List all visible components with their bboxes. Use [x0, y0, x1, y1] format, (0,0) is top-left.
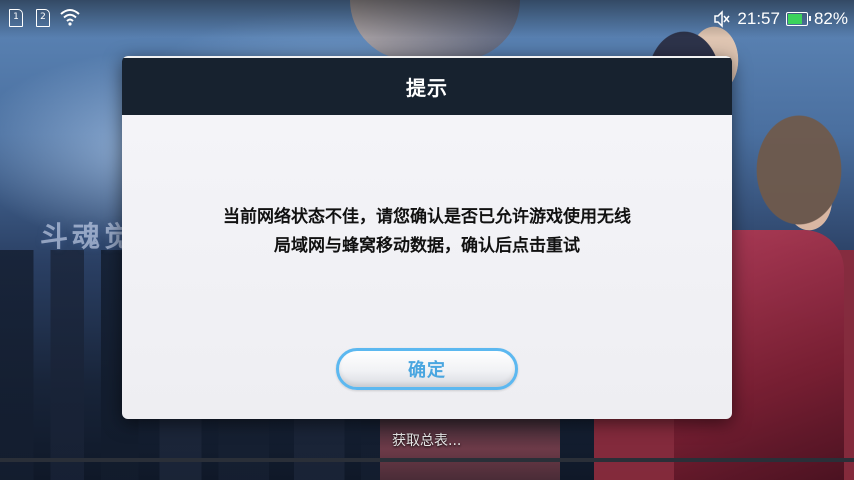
clock: 21:57 [737, 9, 780, 28]
wifi-icon [60, 9, 80, 26]
sim-card-2-icon: 2 [36, 9, 50, 27]
sim-card-1-icon: 1 [9, 9, 23, 27]
status-bar: 1 2 21:57 82% [0, 0, 854, 38]
dialog-header: 提示 [122, 56, 732, 115]
confirm-button[interactable]: 确定 [336, 348, 518, 390]
dialog-title: 提示 [406, 76, 448, 100]
loading-progress-bar [0, 458, 854, 462]
dialog-message: 当前网络状态不佳，请您确认是否已允许游戏使用无线 局域网与蜂窝移动数据，确认后点… [142, 203, 712, 261]
dialog-message-line: 局域网与蜂窝移动数据，确认后点击重试 [274, 236, 580, 256]
battery-icon [785, 12, 811, 26]
battery-level-fill [787, 14, 802, 24]
loading-status-text: 获取总表... [392, 433, 462, 449]
mute-icon [714, 10, 730, 28]
dialog-message-line: 当前网络状态不佳，请您确认是否已允许游戏使用无线 [223, 207, 631, 227]
status-right-group: 21:57 82% [713, 8, 848, 30]
battery-percentage: 82% [813, 9, 848, 28]
dialog-body: 当前网络状态不佳，请您确认是否已允许游戏使用无线 局域网与蜂窝移动数据，确认后点… [122, 115, 732, 419]
confirm-button-label: 确定 [408, 360, 446, 381]
network-alert-dialog: 提示 当前网络状态不佳，请您确认是否已允许游戏使用无线 局域网与蜂窝移动数据，确… [122, 56, 732, 419]
